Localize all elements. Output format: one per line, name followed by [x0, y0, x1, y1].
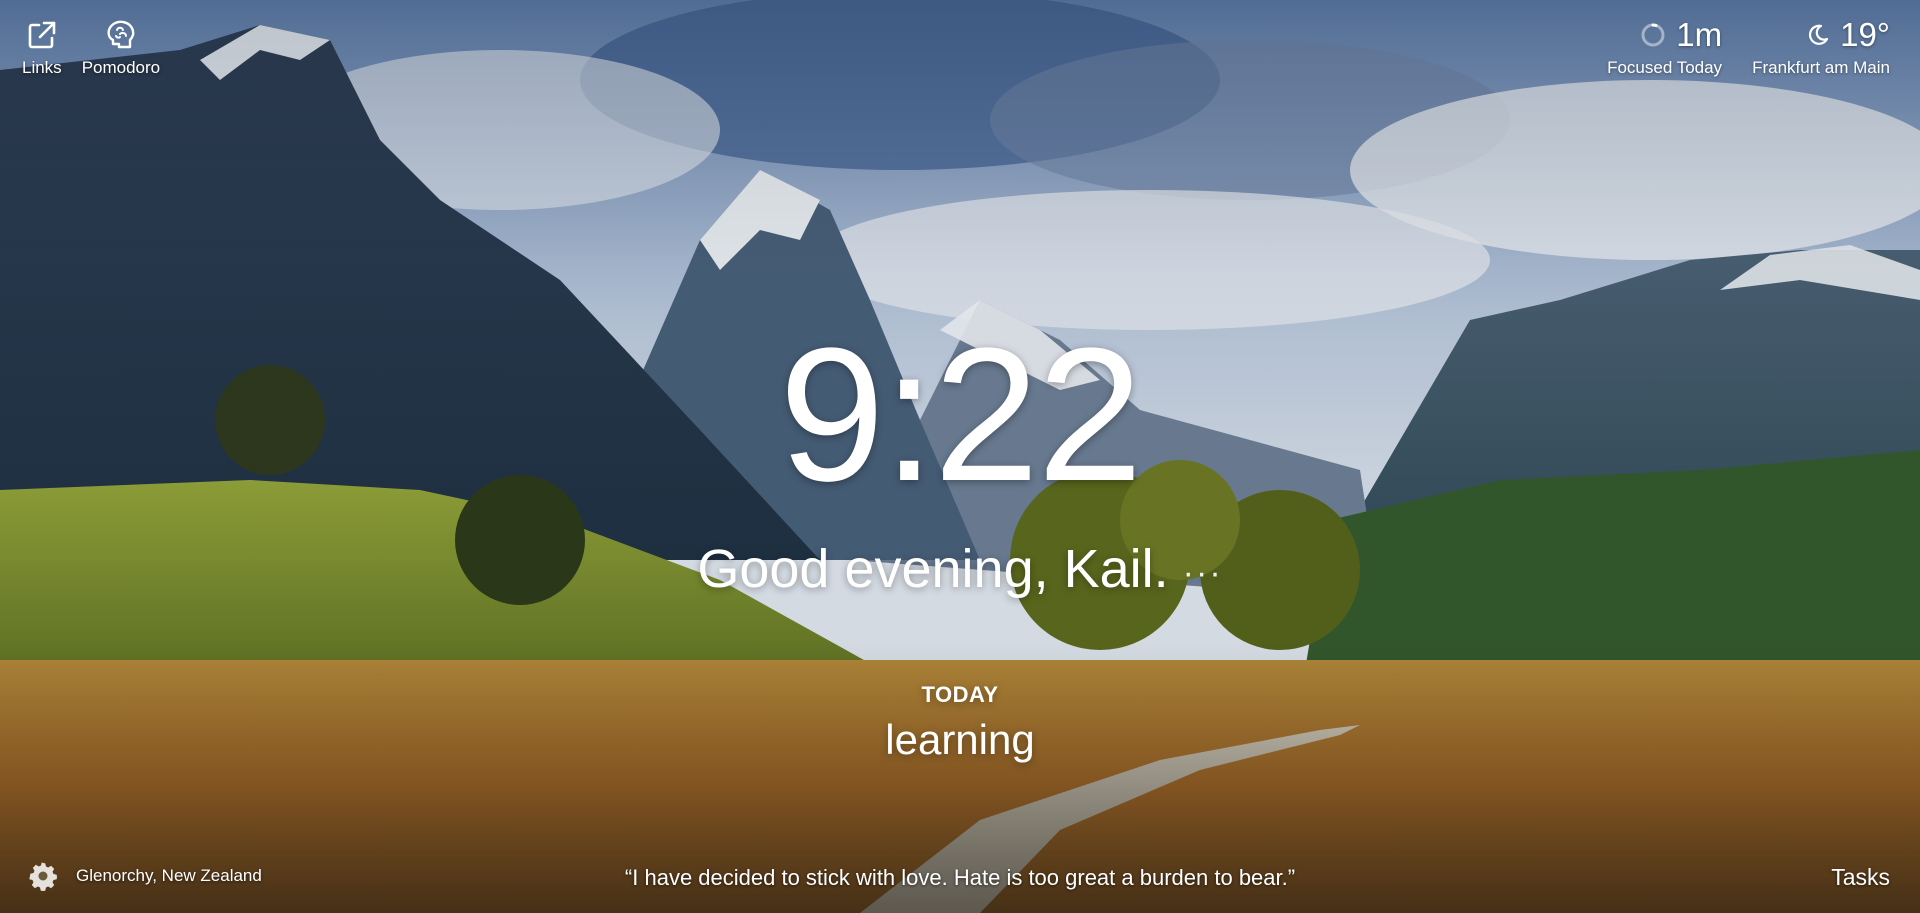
weather-temperature: 19°	[1840, 16, 1890, 53]
pomodoro-label: Pomodoro	[81, 58, 161, 77]
top-right-widgets: 1m Focused Today 19° Frankfurt am Main	[1607, 16, 1890, 78]
external-link-icon	[28, 21, 56, 49]
links-label: Links	[22, 58, 62, 77]
gear-icon[interactable]	[28, 861, 58, 891]
greeting: Good evening, Kail. ···	[0, 537, 1920, 605]
progress-ring-icon	[1641, 23, 1665, 47]
pomodoro-button[interactable]: Pomodoro	[82, 18, 160, 78]
greeting-more-menu[interactable]: ···	[1183, 554, 1223, 592]
focus-widget[interactable]: 1m Focused Today	[1607, 16, 1722, 78]
top-left-widgets: Links Pomodoro	[22, 18, 160, 78]
focus-label: Focused Today	[1607, 58, 1723, 77]
weather-location: Frankfurt am Main	[1752, 58, 1890, 77]
links-button[interactable]: Links	[22, 18, 62, 78]
quote[interactable]: “I have decided to stick with love. Hate…	[0, 865, 1920, 891]
tasks-button[interactable]: Tasks	[1831, 864, 1890, 891]
bottom-left: Glenorchy, New Zealand	[28, 861, 262, 891]
focus-time: 1m	[1676, 16, 1723, 53]
clock-time[interactable]: 9:22	[0, 320, 1920, 510]
photo-location[interactable]: Glenorchy, New Zealand	[76, 866, 262, 886]
today-label: TODAY	[921, 682, 999, 707]
moon-icon	[1809, 24, 1829, 45]
today-focus[interactable]: learning	[0, 716, 1920, 764]
weather-widget[interactable]: 19° Frankfurt am Main	[1752, 16, 1890, 78]
brain-icon	[107, 20, 135, 49]
greeting-text[interactable]: Good evening, Kail.	[697, 539, 1168, 599]
